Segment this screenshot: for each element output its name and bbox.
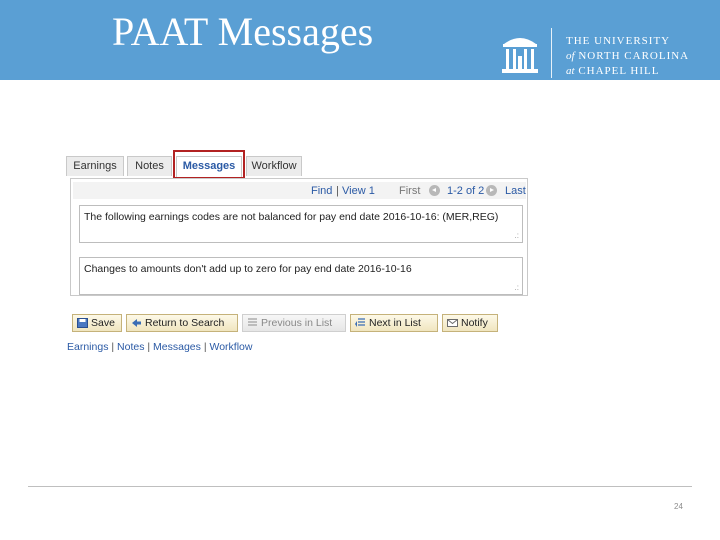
- row-range: 1-2 of 2: [447, 185, 485, 197]
- footer-link-earnings[interactable]: Earnings: [67, 341, 108, 353]
- next-in-list-label: Next in List: [369, 317, 421, 329]
- notify-button[interactable]: Notify: [442, 314, 498, 332]
- tab-notes[interactable]: Notes: [127, 156, 172, 176]
- save-button[interactable]: Save: [72, 314, 122, 332]
- message-field-2[interactable]: Changes to amounts don't add up to zero …: [79, 257, 523, 295]
- wordmark-line-3-prefix: at: [566, 65, 575, 77]
- previous-row-icon[interactable]: [429, 185, 440, 196]
- return-to-search-label: Return to Search: [145, 317, 225, 329]
- messages-grid: Find | View 1 First 1-2 of 2 Last The fo…: [70, 178, 528, 296]
- footer-rule: [28, 486, 692, 487]
- footer-separator: |: [203, 341, 207, 353]
- wordmark-line-2: of NORTH CAROLINA: [566, 49, 689, 64]
- footer-separator: |: [147, 341, 151, 353]
- return-to-search-button[interactable]: Return to Search: [126, 314, 238, 332]
- page-number: 24: [674, 502, 683, 511]
- university-wordmark: THE UNIVERSITY of NORTH CAROLINA at CHAP…: [566, 34, 689, 79]
- slide-header: PAAT Messages THE UNIVERSITY of NORTH CA…: [0, 0, 720, 80]
- logo-divider: [551, 28, 552, 78]
- save-button-label: Save: [91, 317, 115, 329]
- return-arrow-icon: [132, 319, 141, 327]
- save-icon: [77, 318, 88, 328]
- previous-list-icon: [248, 318, 257, 326]
- message-text-2: Changes to amounts don't add up to zero …: [84, 263, 412, 275]
- view-all-link[interactable]: View 1: [342, 185, 375, 197]
- wordmark-line-2-text: NORTH CAROLINA: [578, 50, 690, 62]
- find-link[interactable]: Find: [311, 185, 332, 197]
- nav-separator: |: [336, 185, 339, 197]
- first-link: First: [399, 185, 421, 197]
- wordmark-line-3: at CHAPEL HILL: [566, 64, 689, 79]
- previous-in-list-label: Previous in List: [261, 317, 333, 329]
- notify-icon: [447, 319, 458, 327]
- next-in-list-button[interactable]: Next in List: [350, 314, 438, 332]
- grid-navigation-bar: Find | View 1 First 1-2 of 2 Last: [73, 182, 526, 199]
- messages-tab-highlight: [173, 150, 245, 179]
- wordmark-line-2-prefix: of: [566, 50, 575, 62]
- notify-label: Notify: [461, 317, 488, 329]
- footer-separator: |: [111, 341, 115, 353]
- previous-in-list-button[interactable]: Previous in List: [242, 314, 346, 332]
- tab-earnings[interactable]: Earnings: [66, 156, 124, 176]
- resize-grip-icon[interactable]: .:: [515, 231, 519, 240]
- resize-grip-icon[interactable]: .:: [515, 283, 519, 292]
- page-footer-links: Earnings | Notes | Messages | Workflow: [67, 341, 252, 353]
- footer-link-workflow[interactable]: Workflow: [209, 341, 252, 353]
- wordmark-line-1: THE UNIVERSITY: [566, 35, 671, 47]
- footer-link-notes[interactable]: Notes: [117, 341, 144, 353]
- next-list-icon: [355, 318, 365, 327]
- old-well-icon: [502, 38, 538, 73]
- message-text-1: The following earnings codes are not bal…: [84, 211, 499, 223]
- wordmark-line-3-text: CHAPEL HILL: [578, 65, 660, 77]
- message-field-1[interactable]: The following earnings codes are not bal…: [79, 205, 523, 243]
- footer-link-messages[interactable]: Messages: [153, 341, 201, 353]
- next-row-icon[interactable]: [486, 185, 497, 196]
- tab-workflow[interactable]: Workflow: [246, 156, 302, 176]
- slide-title: PAAT Messages: [112, 9, 374, 54]
- last-link[interactable]: Last: [505, 185, 526, 197]
